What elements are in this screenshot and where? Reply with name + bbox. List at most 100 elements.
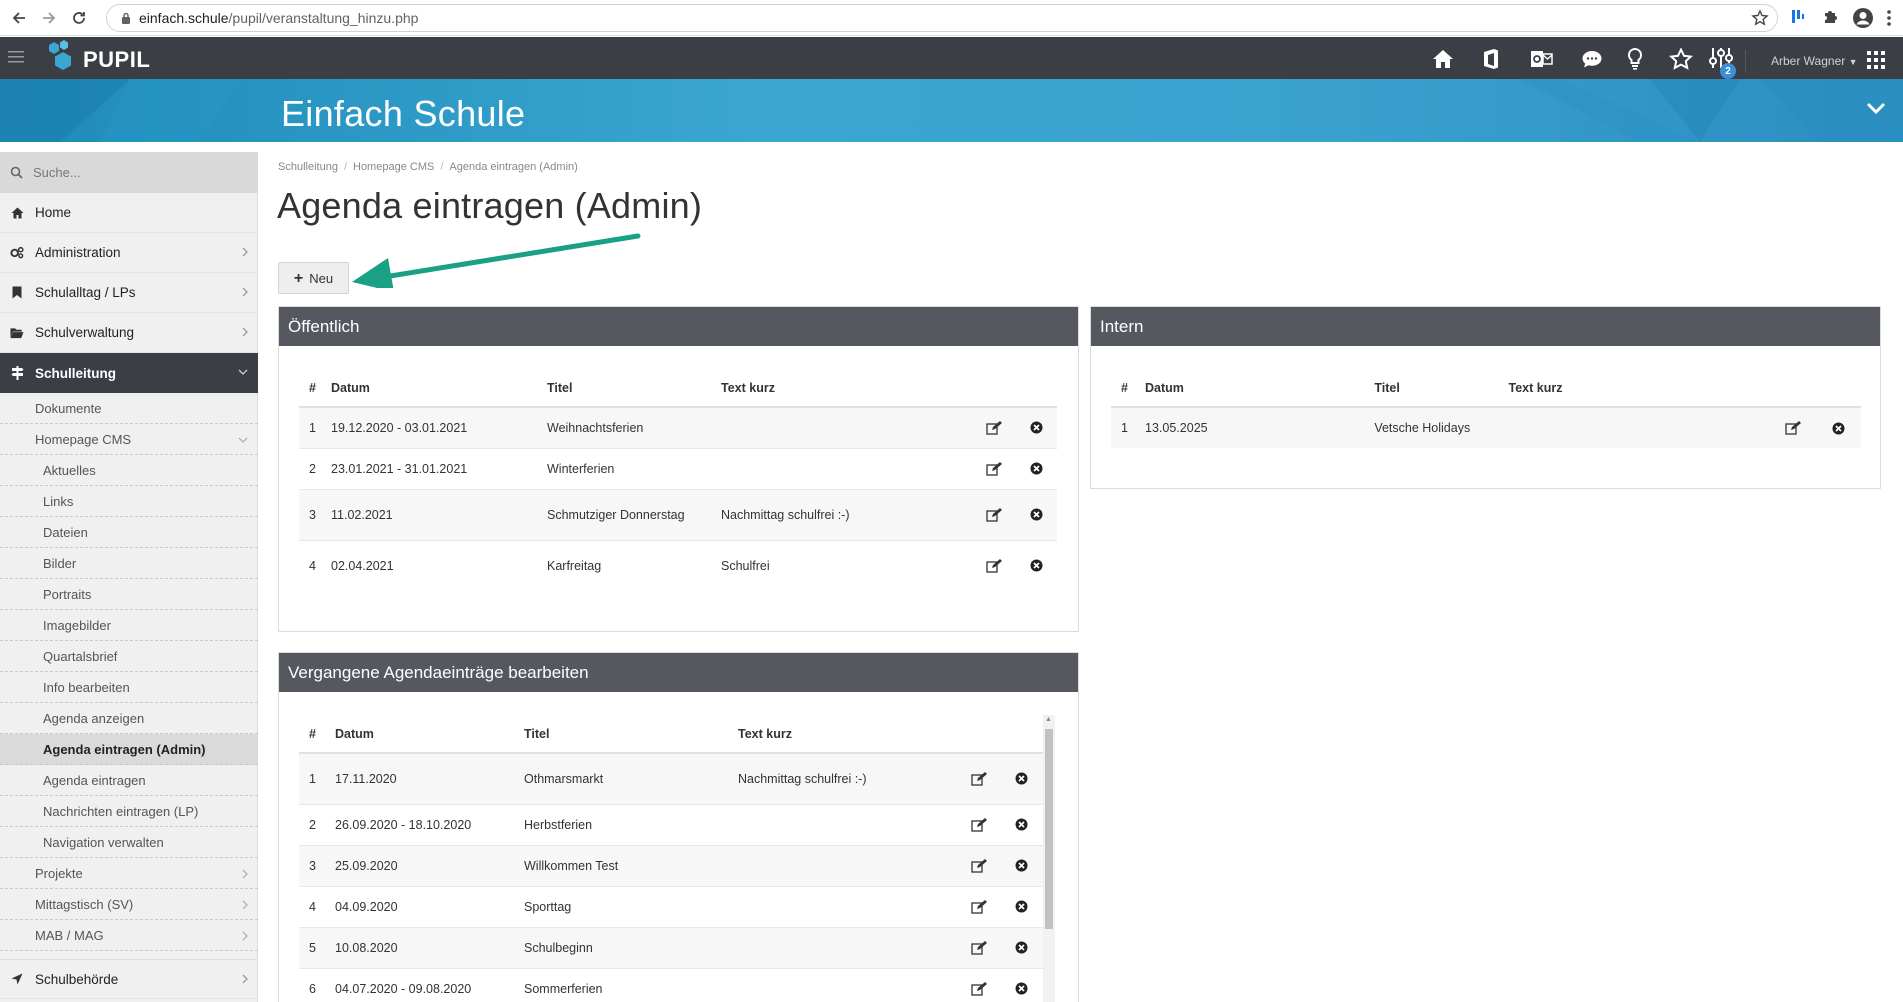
- pupil-logo[interactable]: PUPIL: [46, 40, 150, 74]
- delete-icon[interactable]: [1000, 859, 1043, 872]
- address-bar[interactable]: einfach.schule/pupil/veranstaltung_hinzu…: [106, 4, 1778, 32]
- sidebar-label: Schulleitung: [35, 365, 116, 381]
- delete-icon[interactable]: [1015, 559, 1057, 572]
- sidebar-sub-dateien[interactable]: Dateien: [0, 517, 258, 548]
- edit-icon[interactable]: [973, 507, 1015, 522]
- edit-icon[interactable]: [973, 420, 1015, 435]
- star-icon[interactable]: [1669, 48, 1693, 70]
- user-menu[interactable]: Arber Wagner ▼: [1771, 54, 1858, 68]
- sidebar-sub-projekte[interactable]: Projekte: [0, 858, 258, 889]
- sidebar-sub-bilder[interactable]: Bilder: [0, 548, 258, 579]
- apps-grid-icon[interactable]: [1866, 50, 1886, 70]
- cell-title: Vetsche Holidays: [1374, 407, 1509, 448]
- logo-hexagons-icon: [49, 40, 71, 70]
- office-icon[interactable]: [1482, 48, 1500, 70]
- edit-icon[interactable]: [958, 858, 1000, 873]
- sidebar-sub-label: Agenda eintragen (Admin): [43, 741, 206, 757]
- app-topbar: [0, 37, 1903, 79]
- sidebar-sub-agenda-anzeigen[interactable]: Agenda anzeigen: [0, 703, 258, 734]
- sidebar-sub-info-bearbeiten[interactable]: Info bearbeiten: [0, 672, 258, 703]
- past-entries-scroll-area[interactable]: # Datum Titel Text kurz 1 17.11.2020 Oth…: [299, 715, 1059, 1002]
- bookmark-star-icon[interactable]: [1751, 9, 1769, 27]
- breadcrumb-item[interactable]: Schulleitung: [278, 161, 338, 173]
- edit-icon[interactable]: [958, 981, 1000, 996]
- table-header-row: # Datum Text kurz Titel Text kurz: [1111, 369, 1861, 408]
- breadcrumb-item[interactable]: Homepage CMS: [353, 161, 434, 173]
- edit-icon[interactable]: [958, 940, 1000, 955]
- scrollbar[interactable]: ▲: [1043, 715, 1055, 1002]
- past-entries-panel: Vergangene Agendaeinträge bearbeiten # D…: [278, 652, 1079, 1002]
- sidebar-item-schulverwaltung[interactable]: Schulverwaltung: [0, 313, 258, 353]
- column-header: [1000, 715, 1043, 754]
- sidebar-item-schulalltag[interactable]: Schulalltag / LPs: [0, 273, 258, 313]
- lightbulb-icon[interactable]: [1627, 47, 1643, 71]
- delete-icon[interactable]: [1816, 422, 1861, 435]
- edit-icon[interactable]: [958, 771, 1000, 786]
- sidebar-sub-navigation-verwalten[interactable]: Navigation verwalten: [0, 827, 258, 858]
- delete-icon[interactable]: [1015, 508, 1057, 521]
- back-icon[interactable]: [6, 5, 32, 31]
- sidebar-sub-links[interactable]: Links: [0, 486, 258, 517]
- sidebar-item-administration[interactable]: Administration: [0, 233, 258, 273]
- reload-icon[interactable]: [66, 5, 92, 31]
- chevron-right-icon: [242, 931, 248, 941]
- delete-icon[interactable]: [1000, 772, 1043, 785]
- sidebar-sub-agenda-eintragen-admin[interactable]: Agenda eintragen (Admin): [0, 734, 258, 765]
- delete-icon[interactable]: [1000, 900, 1043, 913]
- sidebar-item-home[interactable]: Home: [0, 193, 258, 233]
- chevron-down-icon[interactable]: [1866, 101, 1886, 115]
- url-path: /pupil/veranstaltung_hinzu.php: [228, 10, 419, 26]
- puzzle-icon[interactable]: [1822, 7, 1840, 25]
- delete-icon[interactable]: [1015, 462, 1057, 475]
- profile-icon[interactable]: [1852, 7, 1874, 29]
- sidebar-sub-nachrichten-eintragen[interactable]: Nachrichten eintragen (LP): [0, 796, 258, 827]
- delete-icon[interactable]: [1015, 421, 1057, 434]
- hamburger-icon[interactable]: [8, 50, 26, 64]
- sidebar-sub-agenda-eintragen[interactable]: Agenda eintragen: [0, 765, 258, 796]
- new-button[interactable]: + Neu: [278, 262, 349, 294]
- cell-num: 2: [299, 804, 335, 846]
- edit-icon[interactable]: [1771, 421, 1816, 435]
- sidebar-item-schulleitung[interactable]: Schulleitung: [0, 353, 258, 393]
- edit-icon[interactable]: [958, 817, 1000, 832]
- table-row: 4 02.04.2021 Karfreitag Schulfrei: [299, 540, 1057, 591]
- sidebar-sub-portraits[interactable]: Portraits: [0, 579, 258, 610]
- lock-icon: [121, 12, 131, 24]
- delete-icon[interactable]: [1000, 818, 1043, 831]
- chat-icon[interactable]: [1581, 49, 1603, 69]
- cell-date: 10.08.2020: [335, 927, 524, 969]
- extension-icon[interactable]: [1790, 7, 1806, 25]
- search-icon: [10, 166, 23, 179]
- chevron-right-icon: [242, 900, 248, 910]
- sidebar-sub-imagebilder[interactable]: Imagebilder: [0, 610, 258, 641]
- outlook-icon[interactable]: [1530, 48, 1554, 70]
- school-banner: Einfach Schule: [0, 79, 1903, 142]
- public-panel: Öffentlich # Datum Titel Text kurz 1 19.…: [278, 306, 1079, 632]
- delete-icon[interactable]: [1000, 982, 1043, 995]
- cell-num: 1: [299, 407, 331, 449]
- scrollbar-thumb[interactable]: [1045, 729, 1053, 929]
- sidebar-sub-mittagstisch[interactable]: Mittagstisch (SV): [0, 889, 258, 920]
- cell-date: 11.02.2021: [331, 489, 547, 541]
- cell-title: Weihnachtsferien: [547, 407, 721, 449]
- cell-date: 02.04.2021: [331, 558, 394, 573]
- edit-icon[interactable]: [973, 558, 1015, 573]
- forward-icon[interactable]: [36, 5, 62, 31]
- edit-icon[interactable]: [958, 899, 1000, 914]
- topbar-divider: [1745, 50, 1746, 72]
- menu-dots-icon[interactable]: [1886, 9, 1892, 27]
- search-input[interactable]: [33, 165, 233, 180]
- sidebar-sub-quartalsbrief[interactable]: Quartalsbrief: [0, 641, 258, 672]
- bookmark-icon: [10, 286, 24, 299]
- delete-icon[interactable]: [1000, 941, 1043, 954]
- edit-icon[interactable]: [973, 461, 1015, 476]
- sidebar-sub-aktuelles[interactable]: Aktuelles: [0, 455, 258, 486]
- cell-num: 2: [299, 448, 331, 490]
- sidebar-sub-dokumente[interactable]: Dokumente: [0, 393, 258, 424]
- past-entries-table: # Datum Titel Text kurz 1 17.11.2020 Oth…: [299, 715, 1043, 1002]
- sidebar-sub-homepage-cms[interactable]: Homepage CMS: [0, 424, 258, 455]
- sidebar-sub-mab-mag[interactable]: MAB / MAG: [0, 920, 258, 951]
- home-icon[interactable]: [1432, 49, 1454, 69]
- scroll-up-icon[interactable]: ▲: [1045, 716, 1052, 723]
- sidebar-item-schulbehoerde[interactable]: Schulbehörde: [0, 959, 258, 999]
